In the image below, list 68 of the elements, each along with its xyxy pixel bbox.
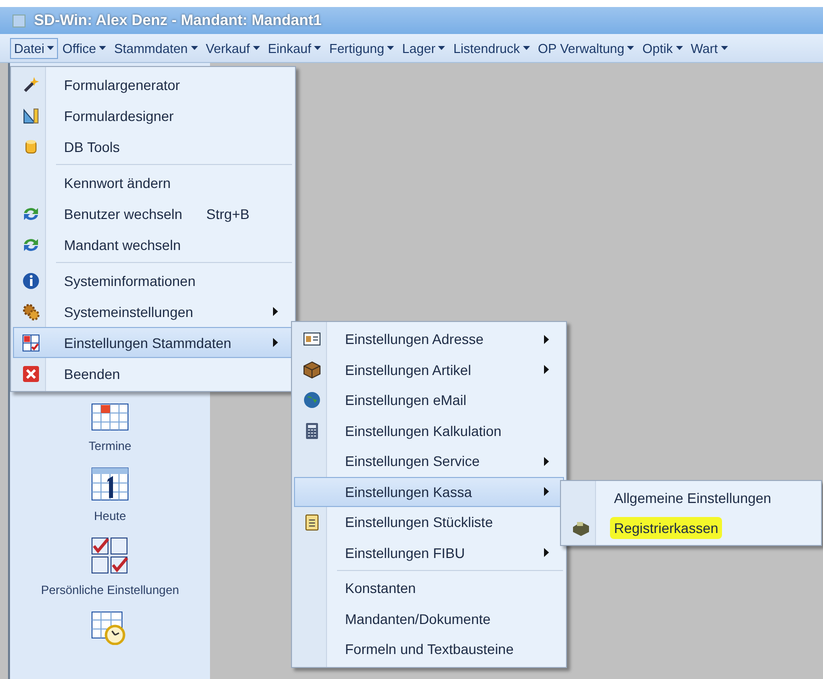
grid-icon <box>22 334 40 352</box>
calendar-day-icon <box>91 467 129 501</box>
menu-item[interactable]: Wart <box>686 38 732 58</box>
caret-icon <box>47 46 54 50</box>
close-icon <box>22 364 40 382</box>
submenu-arrow-icon <box>544 365 549 374</box>
sidebar-label[interactable]: Termine <box>88 439 132 453</box>
caret-icon <box>314 46 322 50</box>
caret-icon <box>438 46 446 50</box>
caret-icon <box>627 46 634 50</box>
menu-item[interactable]: Formeln und Textbausteine <box>294 634 564 664</box>
menu-item[interactable]: Verkauf <box>202 38 264 58</box>
gears-icon <box>22 302 40 320</box>
menu-item[interactable]: Datei <box>10 38 58 58</box>
menu-item[interactable]: Listendruck <box>449 38 534 58</box>
card-icon <box>303 330 321 348</box>
menu-item[interactable]: Einstellungen Service <box>294 446 564 476</box>
caret-icon <box>720 46 728 50</box>
app-icon <box>12 14 26 28</box>
menu-item[interactable]: Einkauf <box>264 38 326 58</box>
menu-item[interactable]: Registrierkassen <box>563 513 819 543</box>
checkboxes-icon <box>91 537 129 575</box>
menu-item[interactable]: OP Verwaltung <box>534 38 638 58</box>
menu-item[interactable]: Benutzer wechseln Strg+B <box>13 198 293 229</box>
box-icon <box>303 360 321 379</box>
calendar-icon <box>91 403 129 431</box>
caret-icon <box>676 46 683 50</box>
menu-item[interactable]: DB Tools <box>13 131 293 162</box>
wand-icon <box>22 76 40 94</box>
window-title: SD-Win: Alex Denz - Mandant: Mandant1 <box>34 12 322 29</box>
menu-item[interactable]: Einstellungen FIBU <box>294 538 564 568</box>
sidebar-label[interactable]: Heute <box>94 509 126 523</box>
menu-item[interactable]: Einstellungen eMail <box>294 385 564 416</box>
menu-item[interactable]: Einstellungen Stückliste <box>294 507 564 538</box>
menu-item[interactable]: Einstellungen Kalkulation <box>294 416 564 446</box>
menu-item[interactable]: Formulargenerator <box>13 69 293 100</box>
submenu-arrow-icon <box>273 338 278 347</box>
menu-item[interactable]: Allgemeine Einstellungen <box>563 483 819 513</box>
menu-item[interactable]: Mandant wechseln <box>13 229 293 260</box>
menu-item[interactable]: Beenden <box>13 358 293 389</box>
submenu-arrow-icon <box>544 334 549 344</box>
menu-item[interactable]: Mandanten/Dokumente <box>294 604 564 634</box>
caret-icon <box>387 46 394 50</box>
menu-item[interactable]: Office <box>58 38 110 58</box>
submenu-arrow-icon <box>544 548 549 558</box>
calculator-icon <box>303 422 321 440</box>
submenu-arrow-icon <box>544 487 549 496</box>
caret-icon <box>99 46 106 50</box>
menu-item[interactable]: Optik <box>638 38 687 58</box>
info-icon <box>22 272 40 290</box>
sidebar-label[interactable]: Persönliche Einstellungen <box>40 583 180 597</box>
clipboard-icon <box>303 513 321 532</box>
menu-item[interactable]: Formulardesigner <box>13 100 293 131</box>
menu-item[interactable]: Lager <box>398 38 450 58</box>
menu-item[interactable]: Einstellungen Artikel <box>294 354 564 385</box>
menu-item[interactable]: Systemeinstellungen <box>13 296 293 327</box>
submenu-arrow-icon <box>544 456 549 466</box>
menu-item[interactable]: Stammdaten <box>110 38 202 58</box>
menu-item[interactable]: Einstellungen Stammdaten <box>13 327 293 358</box>
globe-icon <box>303 391 321 410</box>
caret-icon <box>252 46 260 50</box>
menu-item[interactable]: Einstellungen Adresse <box>294 324 564 354</box>
submenu-arrow-icon <box>273 307 278 316</box>
caret-icon <box>522 46 530 50</box>
menu-item[interactable]: Fertigung <box>325 38 398 58</box>
caret-icon <box>190 46 198 50</box>
menu-item[interactable]: Einstellungen Kassa <box>294 476 564 507</box>
ruler-icon <box>22 106 40 124</box>
